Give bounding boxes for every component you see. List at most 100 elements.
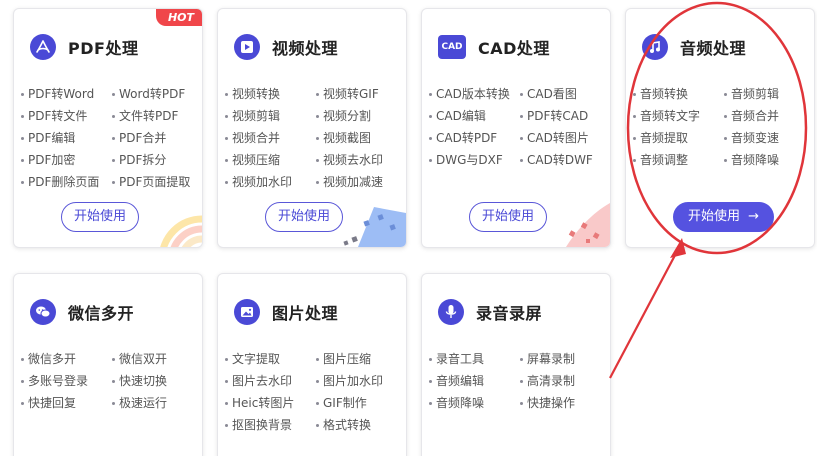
feature-list: 录音工具 屏幕录制 音频编辑 高清录制 音频降噪 快捷操作 bbox=[428, 351, 606, 412]
feature-item[interactable]: 视频加水印 bbox=[224, 174, 315, 191]
feature-item[interactable]: 快捷操作 bbox=[519, 395, 606, 412]
feature-item[interactable]: 图片压缩 bbox=[315, 351, 402, 368]
feature-item[interactable]: PDF转文件 bbox=[20, 108, 111, 125]
feature-item[interactable]: 录音工具 bbox=[428, 351, 519, 368]
music-note-icon bbox=[642, 34, 668, 60]
feature-item[interactable]: CAD转PDF bbox=[428, 130, 519, 147]
start-button[interactable]: 开始使用 bbox=[265, 202, 344, 232]
start-button[interactable]: 开始使用 bbox=[61, 202, 140, 232]
annotation-arrow-line bbox=[609, 241, 683, 379]
feature-item[interactable]: 图片加水印 bbox=[315, 373, 402, 390]
feature-item[interactable]: 音频转文字 bbox=[632, 108, 723, 125]
card-title: 视频处理 bbox=[272, 39, 339, 58]
card-video[interactable]: 视频处理 视频转换 视频转GIF 视频剪辑 视频分割 视频合并 视频截图 视频压… bbox=[217, 8, 407, 248]
cad-icon: CAD bbox=[438, 35, 466, 59]
pdf-icon bbox=[30, 34, 56, 60]
pink-decoration bbox=[566, 203, 610, 247]
card-title: 图片处理 bbox=[272, 304, 339, 323]
feature-item[interactable]: 音频提取 bbox=[632, 130, 723, 147]
card-record[interactable]: 录音录屏 录音工具 屏幕录制 音频编辑 高清录制 音频降噪 快捷操作 bbox=[421, 273, 611, 456]
card-pdf[interactable]: HOT PDF处理 PDF转Word Word转PDF PDF转文件 文件转PD… bbox=[13, 8, 203, 248]
card-title: CAD处理 bbox=[478, 39, 550, 58]
feature-item[interactable]: 图片去水印 bbox=[224, 373, 315, 390]
tiles-decoration bbox=[343, 207, 406, 247]
feature-item[interactable]: Word转PDF bbox=[111, 86, 198, 103]
feature-item[interactable]: PDF编辑 bbox=[20, 130, 111, 147]
feature-item[interactable]: PDF拆分 bbox=[111, 152, 198, 169]
feature-item[interactable]: 快速切换 bbox=[111, 373, 198, 390]
feature-item[interactable]: 多账号登录 bbox=[20, 373, 111, 390]
feature-item[interactable]: Heic转图片 bbox=[224, 395, 315, 412]
feature-item[interactable]: PDF转CAD bbox=[519, 108, 606, 125]
feature-item[interactable]: 文字提取 bbox=[224, 351, 315, 368]
feature-item[interactable]: 音频剪辑 bbox=[723, 86, 810, 103]
feature-item[interactable]: PDF页面提取 bbox=[111, 174, 198, 191]
card-header: 图片处理 bbox=[234, 292, 338, 332]
feature-list: PDF转Word Word转PDF PDF转文件 文件转PDF PDF编辑 PD… bbox=[20, 86, 198, 191]
feature-item[interactable]: 抠图换背景 bbox=[224, 417, 315, 434]
feature-list: CAD版本转换 CAD看图 CAD编辑 PDF转CAD CAD转PDF CAD转… bbox=[428, 86, 606, 169]
card-title: PDF处理 bbox=[68, 39, 139, 58]
feature-item[interactable]: 视频剪辑 bbox=[224, 108, 315, 125]
card-cad[interactable]: CAD CAD处理 CAD版本转换 CAD看图 CAD编辑 PDF转CAD CA… bbox=[421, 8, 611, 248]
arrow-right-icon: → bbox=[748, 209, 760, 224]
start-button[interactable]: 开始使用 → bbox=[673, 202, 775, 232]
feature-item[interactable]: PDF转Word bbox=[20, 86, 111, 103]
feature-item[interactable]: 视频压缩 bbox=[224, 152, 315, 169]
feature-item[interactable]: 音频合并 bbox=[723, 108, 810, 125]
feature-item[interactable]: 音频转换 bbox=[632, 86, 723, 103]
feature-item[interactable]: 文件转PDF bbox=[111, 108, 198, 125]
feature-item[interactable]: CAD编辑 bbox=[428, 108, 519, 125]
feature-item[interactable]: PDF加密 bbox=[20, 152, 111, 169]
feature-item[interactable]: 微信多开 bbox=[20, 351, 111, 368]
start-button-label: 开始使用 bbox=[688, 209, 741, 224]
card-image[interactable]: 图片处理 文字提取 图片压缩 图片去水印 图片加水印 Heic转图片 GIF制作… bbox=[217, 273, 407, 456]
feature-item[interactable]: CAD版本转换 bbox=[428, 86, 519, 103]
feature-item[interactable]: 视频去水印 bbox=[315, 152, 402, 169]
image-icon bbox=[234, 299, 260, 325]
feature-item[interactable]: 视频加减速 bbox=[315, 174, 402, 191]
feature-item[interactable]: PDF合并 bbox=[111, 130, 198, 147]
feature-item[interactable]: 快捷回复 bbox=[20, 395, 111, 412]
hot-badge: HOT bbox=[155, 9, 202, 26]
feature-item[interactable]: CAD转图片 bbox=[519, 130, 606, 147]
start-button[interactable]: 开始使用 bbox=[469, 202, 548, 232]
feature-item[interactable]: 高清录制 bbox=[519, 373, 606, 390]
feature-list: 视频转换 视频转GIF 视频剪辑 视频分割 视频合并 视频截图 视频压缩 视频去… bbox=[224, 86, 402, 191]
card-header: CAD CAD处理 bbox=[438, 27, 550, 67]
wechat-icon bbox=[30, 299, 56, 325]
feature-item[interactable]: 音频编辑 bbox=[428, 373, 519, 390]
card-title: 录音录屏 bbox=[476, 304, 543, 323]
card-title: 音频处理 bbox=[680, 39, 747, 58]
microphone-icon bbox=[438, 299, 464, 325]
card-header: 微信多开 bbox=[30, 292, 134, 332]
feature-item[interactable]: 视频合并 bbox=[224, 130, 315, 147]
feature-item[interactable]: 屏幕录制 bbox=[519, 351, 606, 368]
card-header: 录音录屏 bbox=[438, 292, 542, 332]
cad-icon-text: CAD bbox=[441, 42, 463, 52]
feature-item[interactable]: 微信双开 bbox=[111, 351, 198, 368]
feature-item[interactable]: 极速运行 bbox=[111, 395, 198, 412]
tools-grid: HOT PDF处理 PDF转Word Word转PDF PDF转文件 文件转PD… bbox=[0, 0, 817, 456]
feature-item[interactable]: GIF制作 bbox=[315, 395, 402, 412]
feature-item[interactable]: 视频转换 bbox=[224, 86, 315, 103]
card-wechat[interactable]: 微信多开 微信多开 微信双开 多账号登录 快速切换 快捷回复 极速运行 bbox=[13, 273, 203, 456]
card-header: PDF处理 bbox=[30, 27, 138, 67]
feature-list: 音频转换 音频剪辑 音频转文字 音频合并 音频提取 音频变速 音频调整 音频降噪 bbox=[632, 86, 810, 169]
feature-item[interactable]: CAD转DWF bbox=[519, 152, 606, 169]
feature-item[interactable]: DWG与DXF bbox=[428, 152, 519, 169]
card-header: 音频处理 bbox=[642, 27, 746, 67]
card-header: 视频处理 bbox=[234, 27, 338, 67]
feature-item[interactable]: 音频降噪 bbox=[428, 395, 519, 412]
feature-item[interactable]: 视频转GIF bbox=[315, 86, 402, 103]
feature-item[interactable]: 视频截图 bbox=[315, 130, 402, 147]
feature-item[interactable]: PDF删除页面 bbox=[20, 174, 111, 191]
feature-item[interactable]: 音频调整 bbox=[632, 152, 723, 169]
feature-item[interactable]: 格式转换 bbox=[315, 417, 402, 434]
feature-item[interactable]: 音频变速 bbox=[723, 130, 810, 147]
feature-item[interactable]: CAD看图 bbox=[519, 86, 606, 103]
card-title: 微信多开 bbox=[68, 304, 135, 323]
feature-item[interactable]: 音频降噪 bbox=[723, 152, 810, 169]
card-audio[interactable]: 音频处理 音频转换 音频剪辑 音频转文字 音频合并 音频提取 音频变速 音频调整… bbox=[625, 8, 815, 248]
feature-item[interactable]: 视频分割 bbox=[315, 108, 402, 125]
